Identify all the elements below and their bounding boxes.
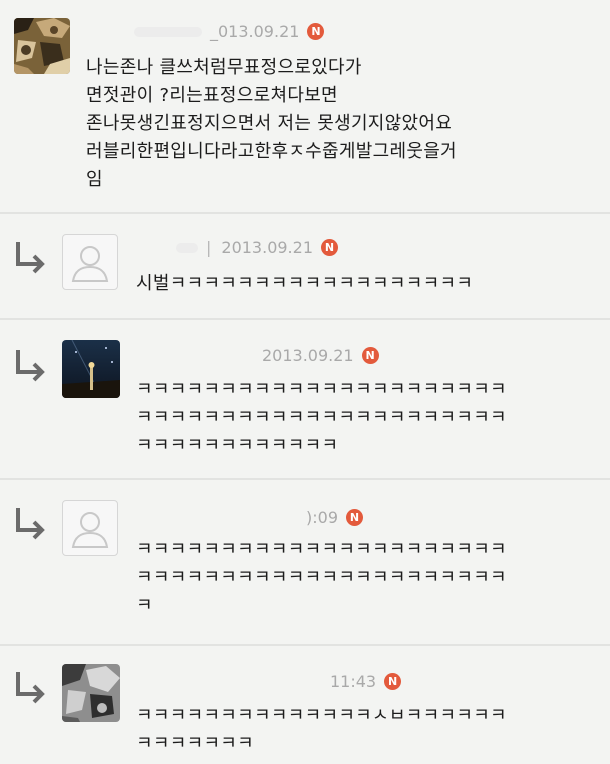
reply-arrow-icon bbox=[16, 508, 45, 540]
comment-line: ㅋㅋㅋㅋㅋㅋㅋㅋㅋㅋㅋㅋㅋㅋㅋㅋㅋㅋㅋㅋㅋㅋ bbox=[136, 407, 507, 428]
comment-date: 11:43 bbox=[330, 672, 377, 691]
user-avatar[interactable] bbox=[62, 340, 120, 398]
comment-text: ㅋㅋㅋㅋㅋㅋㅋㅋㅋㅋㅋㅋㅋㅋㅋㅋㅋㅋㅋㅋㅋㅋ ㅋㅋㅋㅋㅋㅋㅋㅋㅋㅋㅋㅋㅋㅋㅋㅋㅋ… bbox=[136, 376, 507, 460]
new-badge-icon: N bbox=[321, 239, 338, 256]
comment-text: 나는존나 클쓰처럼무표정으로있다가 면젓관이 ?리는표정으로쳐다보면 존나못생긴… bbox=[86, 54, 457, 194]
comment-meta: ):09 N bbox=[306, 508, 363, 527]
default-user-icon[interactable] bbox=[62, 234, 118, 290]
new-badge-icon: N bbox=[384, 673, 402, 690]
comment-line: ㅋㅋㅋㅋㅋㅋㅋㅋㅋㅋㅋㅋㅋㅋㅅㅂㅋㅋㅋㅋㅋㅋ bbox=[136, 705, 507, 726]
comment-text: ㅋㅋㅋㅋㅋㅋㅋㅋㅋㅋㅋㅋㅋㅋㅅㅂㅋㅋㅋㅋㅋㅋ ㅋㅋㅋㅋㅋㅋㅋ bbox=[136, 702, 507, 758]
new-badge-icon: N bbox=[346, 509, 363, 526]
reply-arrow-icon bbox=[16, 672, 45, 704]
author-name[interactable] bbox=[176, 242, 198, 253]
comment-date: ):09 bbox=[306, 508, 338, 527]
comment-meta: _013.09.21 N bbox=[134, 22, 325, 41]
avatar-image bbox=[14, 18, 70, 74]
comment-line: 러블리한편입니다라고한후ㅈ수줍게발그레웃을거 bbox=[86, 141, 457, 162]
comment-date: 2013.09.21 bbox=[221, 238, 313, 257]
comment-line: 임 bbox=[86, 169, 103, 190]
comment-line: ㅋㅋㅋㅋㅋㅋㅋㅋㅋㅋㅋㅋㅋㅋㅋㅋㅋㅋㅋㅋㅋㅋ bbox=[136, 567, 507, 588]
comment-date: _013.09.21 bbox=[210, 22, 300, 41]
avatar-image bbox=[62, 664, 120, 722]
comment-line: ㅋ bbox=[136, 595, 153, 616]
comment-line: ㅋㅋㅋㅋㅋㅋㅋㅋㅋㅋㅋㅋㅋㅋㅋㅋㅋㅋㅋㅋㅋㅋ bbox=[136, 379, 507, 400]
comment-item: _013.09.21 N 나는존나 클쓰처럼무표정으로있다가 면젓관이 ?리는표… bbox=[0, 0, 610, 212]
reply-item: 2013.09.21 N ㅋㅋㅋㅋㅋㅋㅋㅋㅋㅋㅋㅋㅋㅋㅋㅋㅋㅋㅋㅋㅋㅋ ㅋㅋㅋㅋ… bbox=[0, 320, 610, 472]
reply-item: 11:43 N ㅋㅋㅋㅋㅋㅋㅋㅋㅋㅋㅋㅋㅋㅋㅅㅂㅋㅋㅋㅋㅋㅋ ㅋㅋㅋㅋㅋㅋㅋ bbox=[0, 646, 610, 764]
comment-thread: _013.09.21 N 나는존나 클쓰처럼무표정으로있다가 면젓관이 ?리는표… bbox=[0, 0, 610, 764]
comment-line: 시벌ㅋㅋㅋㅋㅋㅋㅋㅋㅋㅋㅋㅋㅋㅋㅋㅋㅋㅋ bbox=[136, 273, 474, 294]
comment-line: ㅋㅋㅋㅋㅋㅋㅋㅋㅋㅋㅋㅋ bbox=[136, 435, 339, 456]
reply-item: ):09 N ㅋㅋㅋㅋㅋㅋㅋㅋㅋㅋㅋㅋㅋㅋㅋㅋㅋㅋㅋㅋㅋㅋ ㅋㅋㅋㅋㅋㅋㅋㅋㅋㅋ… bbox=[0, 480, 610, 640]
user-avatar[interactable] bbox=[62, 664, 120, 722]
comment-date: 2013.09.21 bbox=[262, 346, 354, 365]
comment-line: 존나못생긴표정지으면서 저는 못생기지않았어요 bbox=[86, 113, 453, 134]
comment-meta: 11:43 N bbox=[330, 672, 402, 691]
comment-text: ㅋㅋㅋㅋㅋㅋㅋㅋㅋㅋㅋㅋㅋㅋㅋㅋㅋㅋㅋㅋㅋㅋ ㅋㅋㅋㅋㅋㅋㅋㅋㅋㅋㅋㅋㅋㅋㅋㅋㅋ… bbox=[136, 536, 507, 620]
comment-meta: | 2013.09.21 N bbox=[176, 238, 338, 257]
comment-line: 면젓관이 ?리는표정으로쳐다보면 bbox=[86, 85, 338, 106]
comment-text: 시벌ㅋㅋㅋㅋㅋㅋㅋㅋㅋㅋㅋㅋㅋㅋㅋㅋㅋㅋ bbox=[136, 270, 473, 298]
reply-arrow-icon bbox=[16, 350, 45, 382]
user-avatar[interactable] bbox=[14, 18, 70, 74]
comment-line: 나는존나 클쓰처럼무표정으로있다가 bbox=[86, 57, 362, 78]
comment-meta: 2013.09.21 N bbox=[262, 346, 379, 365]
author-name[interactable] bbox=[134, 26, 202, 37]
reply-arrow-icon bbox=[16, 242, 45, 274]
reply-item: | 2013.09.21 N 시벌ㅋㅋㅋㅋㅋㅋㅋㅋㅋㅋㅋㅋㅋㅋㅋㅋㅋㅋ bbox=[0, 214, 610, 318]
meta-separator: | bbox=[206, 238, 212, 257]
avatar-image bbox=[62, 340, 120, 398]
new-badge-icon: N bbox=[307, 23, 325, 40]
new-badge-icon: N bbox=[361, 347, 379, 364]
default-user-icon[interactable] bbox=[62, 500, 118, 556]
comment-line: ㅋㅋㅋㅋㅋㅋㅋ bbox=[136, 733, 255, 754]
comment-line: ㅋㅋㅋㅋㅋㅋㅋㅋㅋㅋㅋㅋㅋㅋㅋㅋㅋㅋㅋㅋㅋㅋ bbox=[136, 539, 507, 560]
